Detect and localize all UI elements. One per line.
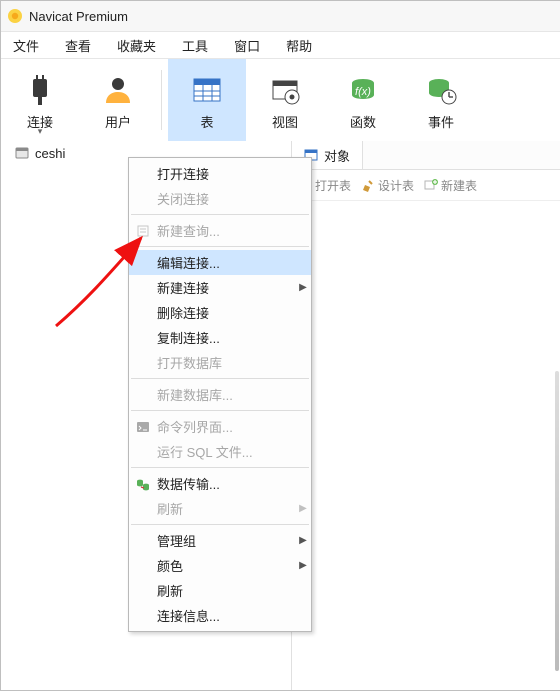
scrollbar[interactable] [555, 371, 559, 671]
toolbar-event-label: 事件 [428, 112, 454, 131]
context-menu-item: 命令列界面... [129, 414, 311, 439]
chevron-down-icon: ▾ [38, 126, 43, 137]
new-table-icon [424, 178, 438, 192]
context-menu-item-label: 刷新 [157, 581, 295, 600]
context-menu-item-label: 运行 SQL 文件... [157, 442, 295, 461]
context-menu-item-label: 管理组 [157, 531, 295, 550]
toolbar-table-label: 表 [200, 112, 213, 131]
context-menu-item-label: 数据传输... [157, 474, 295, 493]
action-design-table[interactable]: 设计表 [361, 177, 414, 194]
context-menu-item-label: 打开数据库 [157, 353, 295, 372]
context-menu-item-label: 删除连接 [157, 303, 295, 322]
context-menu-item-label: 关闭连接 [157, 189, 295, 208]
action-design-table-label: 设计表 [378, 177, 414, 194]
function-icon: f(x) [346, 70, 380, 110]
context-menu-item[interactable]: 刷新 [129, 578, 311, 603]
menubar: 文件 查看 收藏夹 工具 窗口 帮助 [1, 32, 560, 59]
toolbar-event-button[interactable]: 事件 [402, 59, 480, 141]
context-menu-item-label: 编辑连接... [157, 253, 295, 272]
context-menu-item[interactable]: 颜色▶ [129, 553, 311, 578]
context-menu-separator [131, 524, 309, 525]
context-menu-item[interactable]: 管理组▶ [129, 528, 311, 553]
toolbar-user-button[interactable]: 用户 [79, 59, 157, 141]
toolbar-view-button[interactable]: 视图 [246, 59, 324, 141]
view-icon [268, 70, 302, 110]
titlebar: Navicat Premium [1, 1, 560, 32]
context-menu-item[interactable]: 连接信息... [129, 603, 311, 628]
toolbar-separator [161, 70, 162, 130]
submenu-arrow-icon: ▶ [295, 282, 311, 293]
context-menu-item: 新建查询... [129, 218, 311, 243]
content-pane: 对象 打开表 设计表 新建表 [292, 141, 560, 690]
context-menu-item-label: 新建查询... [157, 221, 295, 240]
menu-view[interactable]: 查看 [55, 34, 107, 57]
context-menu-separator [131, 467, 309, 468]
tab-objects-label: 对象 [324, 146, 350, 165]
plug-icon [23, 70, 57, 110]
toolbar-connection-button[interactable]: 连接 ▾ [1, 59, 79, 141]
submenu-arrow-icon: ▶ [295, 560, 311, 571]
toolbar-function-button[interactable]: f(x) 函数 [324, 59, 402, 141]
query-icon [129, 224, 157, 238]
app-title: Navicat Premium [29, 9, 128, 24]
action-new-table-label: 新建表 [441, 177, 477, 194]
toolbar-table-button[interactable]: 表 [168, 59, 246, 141]
event-icon [424, 70, 458, 110]
menu-window[interactable]: 窗口 [224, 34, 276, 57]
context-menu-item[interactable]: 打开连接 [129, 161, 311, 186]
context-menu[interactable]: 打开连接关闭连接新建查询...编辑连接...新建连接▶删除连接复制连接...打开… [128, 157, 312, 632]
connection-tree-item-label: ceshi [35, 146, 65, 161]
context-menu-item[interactable]: 复制连接... [129, 325, 311, 350]
context-menu-item-label: 打开连接 [157, 164, 295, 183]
object-actions-bar: 打开表 设计表 新建表 [292, 170, 560, 201]
context-menu-item[interactable]: 删除连接 [129, 300, 311, 325]
action-open-table-label: 打开表 [315, 177, 351, 194]
context-menu-separator [131, 410, 309, 411]
design-table-icon [361, 178, 375, 192]
menu-fav[interactable]: 收藏夹 [107, 34, 172, 57]
context-menu-item-label: 复制连接... [157, 328, 295, 347]
user-icon [101, 70, 135, 110]
submenu-arrow-icon: ▶ [295, 503, 311, 514]
app-logo-icon [7, 8, 23, 24]
context-menu-item-label: 新建数据库... [157, 385, 295, 404]
context-menu-item[interactable]: 新建连接▶ [129, 275, 311, 300]
context-menu-item: 打开数据库 [129, 350, 311, 375]
toolbar-view-label: 视图 [272, 112, 298, 131]
menu-tools[interactable]: 工具 [172, 34, 224, 57]
context-menu-item-label: 新建连接 [157, 278, 295, 297]
context-menu-separator [131, 214, 309, 215]
table-icon [190, 70, 224, 110]
context-menu-item-label: 命令列界面... [157, 417, 295, 436]
app-window: Navicat Premium 文件 查看 收藏夹 工具 窗口 帮助 连接 ▾ … [0, 0, 560, 691]
context-menu-item-label: 连接信息... [157, 606, 295, 625]
context-menu-item[interactable]: 编辑连接... [129, 250, 311, 275]
context-menu-item: 刷新▶ [129, 496, 311, 521]
cli-icon [129, 420, 157, 434]
toolbar-function-label: 函数 [350, 112, 376, 131]
content-tabs: 对象 [292, 141, 560, 170]
action-new-table[interactable]: 新建表 [424, 177, 477, 194]
context-menu-item[interactable]: 数据传输... [129, 471, 311, 496]
context-menu-item: 关闭连接 [129, 186, 311, 211]
transfer-icon [129, 477, 157, 491]
menu-help[interactable]: 帮助 [276, 34, 328, 57]
context-menu-item-label: 颜色 [157, 556, 295, 575]
svg-text:f(x): f(x) [355, 86, 371, 98]
context-menu-separator [131, 378, 309, 379]
context-menu-item-label: 刷新 [157, 499, 295, 518]
context-menu-item: 运行 SQL 文件... [129, 439, 311, 464]
main-toolbar: 连接 ▾ 用户 表 视图 f(x) [1, 59, 560, 142]
menu-file[interactable]: 文件 [3, 34, 55, 57]
connection-icon [15, 146, 29, 160]
context-menu-item: 新建数据库... [129, 382, 311, 407]
toolbar-user-label: 用户 [105, 112, 131, 131]
context-menu-separator [131, 246, 309, 247]
submenu-arrow-icon: ▶ [295, 535, 311, 546]
